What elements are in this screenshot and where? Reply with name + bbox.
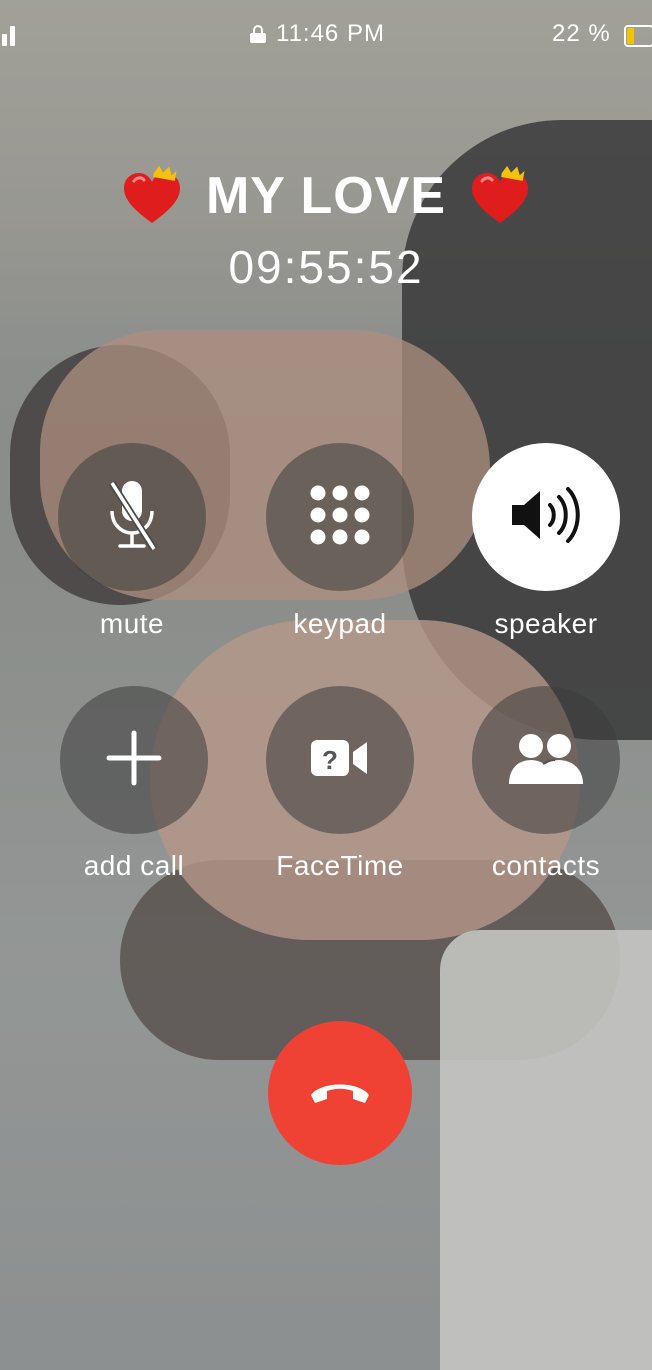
end-call-icon <box>307 1077 373 1110</box>
call-duration: 09:55:52 <box>228 241 424 293</box>
add-call-label: add call <box>83 850 185 881</box>
status-bar: 11:46 PM 22 % <box>0 0 652 72</box>
facetime-question-icon: ? <box>309 738 371 783</box>
lock-icon <box>250 25 266 43</box>
end-call-button[interactable] <box>268 1021 412 1165</box>
svg-text:?: ? <box>322 745 338 775</box>
contacts-label: contacts <box>491 850 601 881</box>
contacts-icon <box>507 730 585 791</box>
keypad-label: keypad <box>293 608 387 639</box>
battery-percent: 22 % <box>552 20 611 47</box>
speaker-icon <box>508 483 584 552</box>
contacts-button[interactable] <box>472 686 620 834</box>
crowned-heart-icon <box>122 165 182 227</box>
crowned-heart-icon <box>470 165 530 227</box>
keypad-icon <box>309 484 371 551</box>
status-time: 11:46 PM <box>276 20 385 47</box>
mute-button[interactable] <box>58 443 206 591</box>
keypad-button[interactable] <box>266 443 414 591</box>
mic-off-icon <box>102 475 162 560</box>
facetime-label: FaceTime <box>276 850 404 881</box>
facetime-button[interactable]: ? <box>266 686 414 834</box>
signal-icon <box>2 26 18 46</box>
speaker-label: speaker <box>494 608 598 639</box>
speaker-button[interactable] <box>472 443 620 591</box>
caller-header: MY LOVE <box>0 165 652 227</box>
mute-label: mute <box>99 608 165 639</box>
plus-icon <box>106 730 162 791</box>
battery-icon <box>624 25 652 47</box>
add-call-button[interactable] <box>60 686 208 834</box>
caller-name: MY LOVE <box>205 167 447 225</box>
